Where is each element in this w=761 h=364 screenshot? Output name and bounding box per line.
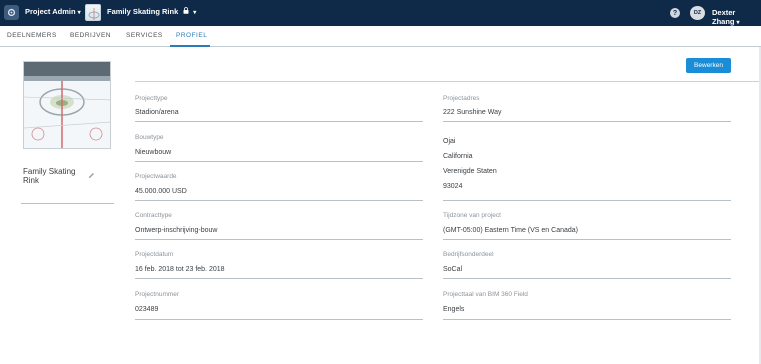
field-value: 023489	[135, 306, 159, 313]
field-underline	[135, 200, 423, 201]
app-gear-icon[interactable]	[4, 5, 19, 20]
tab-deelnemers[interactable]: DEELNEMERS	[7, 32, 57, 39]
field-label: Contracttype	[135, 212, 172, 219]
field-underline	[443, 200, 731, 201]
avatar[interactable]: DZ	[690, 6, 705, 20]
address-zip: 93024	[443, 183, 463, 190]
field-underline	[135, 319, 423, 320]
field-value: 16 feb. 2018 tot 23 feb. 2018	[135, 266, 225, 273]
lock-icon	[181, 7, 191, 16]
chevron-down-icon: ▾	[193, 10, 197, 16]
tab-bedrijven[interactable]: BEDRIJVEN	[70, 32, 111, 39]
address-city: Ojai	[443, 138, 456, 145]
chevron-down-icon: ▾	[77, 10, 81, 16]
field-label: Projectadres	[443, 95, 480, 102]
divider	[21, 203, 114, 204]
field-underline	[135, 161, 423, 162]
field-underline	[135, 121, 423, 122]
field-value: Ontwerp-inschrijving-bouw	[135, 227, 218, 234]
project-thumbnail[interactable]	[85, 4, 101, 21]
address-street: 222 Sunshine Way	[443, 109, 502, 116]
help-icon[interactable]: ?	[670, 8, 680, 18]
field-label: Bedrijfsonderdeel	[443, 251, 494, 258]
field-underline	[443, 121, 731, 122]
field-value: Nieuwbouw	[135, 149, 172, 156]
field-underline	[135, 239, 423, 240]
field-label: Projecttype	[135, 95, 168, 102]
field-underline	[135, 278, 423, 279]
project-switcher[interactable]: Family Skating Rink ▾	[107, 7, 196, 16]
field-label: Projectdatum	[135, 251, 174, 258]
pencil-icon[interactable]	[88, 166, 95, 179]
field-underline	[443, 239, 731, 240]
field-value: 45.000.000 USD	[135, 188, 187, 195]
divider	[135, 81, 760, 82]
user-menu[interactable]: Dexter Zhang ▾	[712, 8, 761, 26]
field-label: Projectnummer	[135, 291, 180, 298]
tab-profiel[interactable]: PROFIEL	[176, 32, 207, 39]
project-title: Family Skating Rink	[23, 167, 76, 185]
field-label: Projecttaal van BIM 360 Field	[443, 291, 528, 298]
field-label: Projectwaarde	[135, 173, 177, 180]
field-value: (GMT-05:00) Eastern Time (VS en Canada)	[443, 227, 578, 234]
field-value: Stadion/arena	[135, 109, 179, 116]
top-bar: Project Admin ▾ Family Skating Rink ▾ ? D…	[0, 0, 761, 26]
app-switcher[interactable]: Project Admin ▾	[25, 7, 81, 16]
field-value: Engels	[443, 306, 465, 313]
edit-button[interactable]: Bewerken	[686, 58, 731, 73]
field-value: SoCal	[443, 266, 463, 273]
address-state: California	[443, 153, 473, 160]
field-underline	[443, 278, 731, 279]
app-name: Project Admin	[25, 7, 76, 16]
project-image	[23, 61, 111, 149]
active-tab-indicator	[170, 45, 210, 47]
tab-bar: DEELNEMERS BEDRIJVEN SERVICES PROFIEL	[0, 26, 761, 47]
project-name: Family Skating Rink	[107, 7, 179, 16]
field-underline	[443, 319, 731, 320]
field-label: Tijdzone van project	[443, 212, 501, 219]
user-name: Dexter Zhang	[712, 8, 736, 26]
field-label: Bouwtype	[135, 134, 164, 141]
tab-services[interactable]: SERVICES	[126, 32, 163, 39]
address-country: Verenigde Staten	[443, 168, 497, 175]
